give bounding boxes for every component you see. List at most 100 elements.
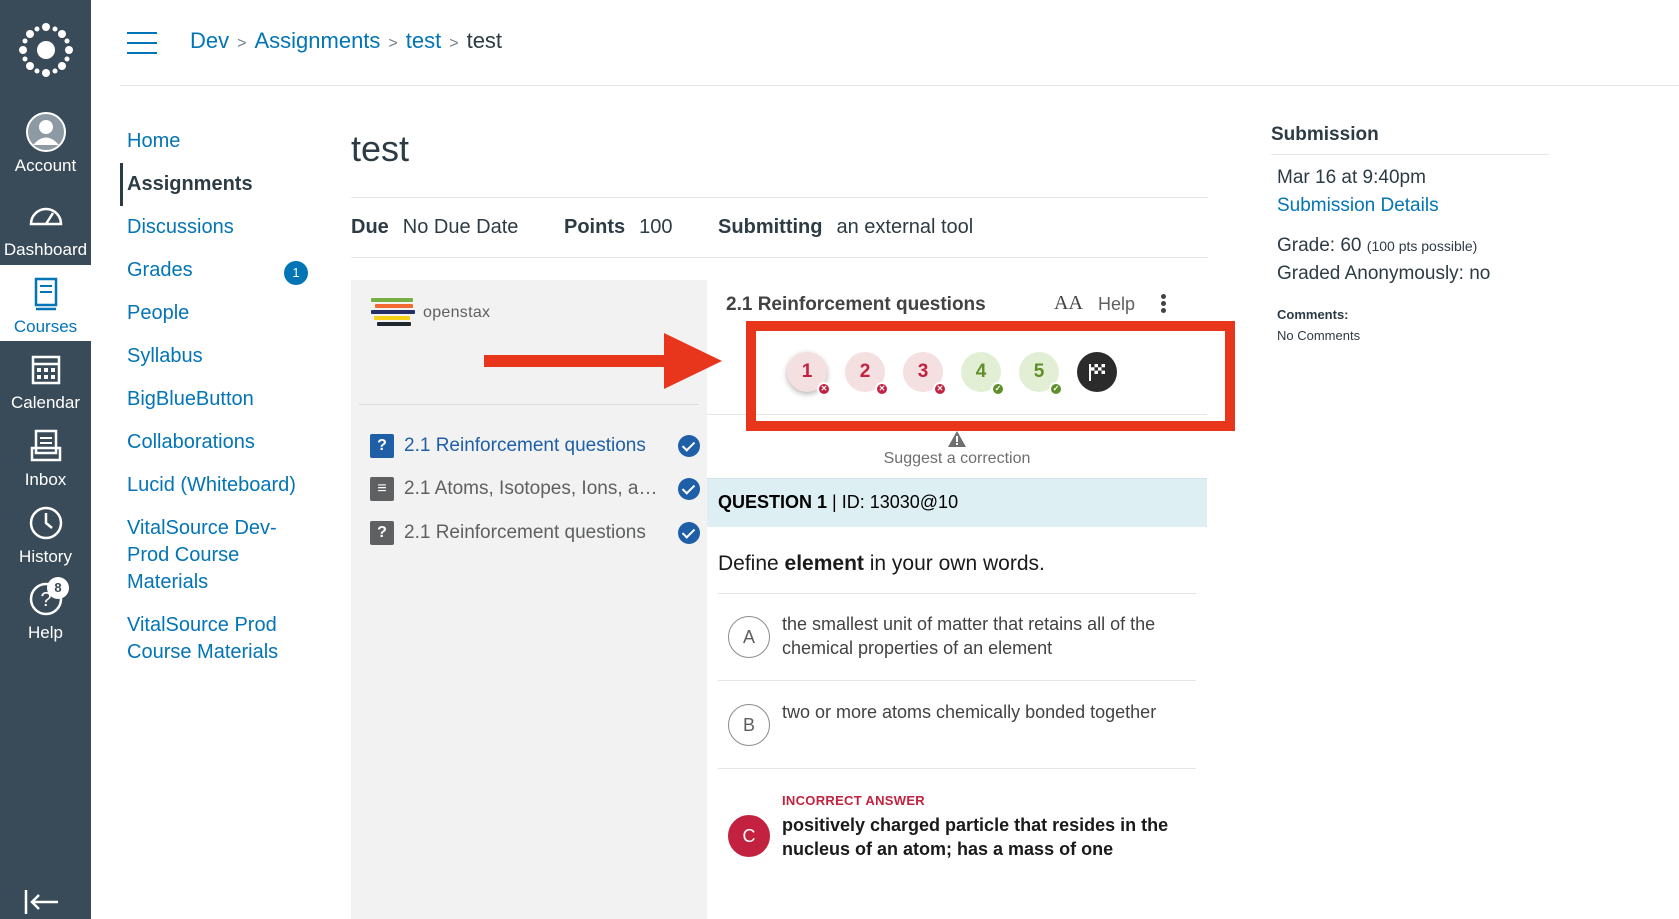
- divider: [718, 593, 1196, 594]
- assignment-details: Due No Due Date Points 100 Submitting an ex…: [351, 216, 973, 239]
- answer-text: positively charged particle that resides…: [782, 815, 1169, 859]
- canvas-logo-icon[interactable]: [0, 0, 91, 100]
- answer-text: the smallest unit of matter that retains…: [782, 614, 1156, 658]
- completed-check-icon: [678, 522, 700, 544]
- suggest-correction-link[interactable]: Suggest a correction: [707, 450, 1207, 468]
- answer-letter: A: [728, 616, 770, 658]
- history-label: History: [19, 547, 72, 566]
- toc-item-label: 2.1 Atoms, Isotopes, Ions, and Molecules…: [404, 478, 668, 499]
- course-nav-collaborations[interactable]: Collaborations: [120, 421, 320, 464]
- points-label: Points: [563, 216, 626, 238]
- clock-icon: [29, 506, 62, 540]
- course-nav-vitalsource-dev[interactable]: VitalSource Dev-Prod Course Materials: [120, 507, 290, 604]
- question-stem: Define element in your own words.: [718, 552, 1045, 576]
- help-count-badge: 8: [47, 577, 69, 599]
- divider: [351, 257, 1208, 258]
- openstax-wordmark: openstax: [423, 304, 491, 321]
- course-nav-discussions[interactable]: Discussions: [120, 206, 320, 249]
- due-label: Due: [351, 216, 389, 238]
- question-icon: ?: [370, 521, 394, 545]
- question-label: QUESTION 1: [718, 492, 828, 512]
- dashboard-icon: [29, 207, 62, 226]
- course-nav-assignments[interactable]: Assignments: [120, 163, 320, 206]
- courses-book-icon: [34, 277, 57, 311]
- reading-icon: ≡: [370, 477, 394, 501]
- toc-item-label: 2.1 Reinforcement questions: [404, 435, 646, 456]
- calendar-icon: [31, 355, 60, 385]
- breadcrumb-assignment[interactable]: test: [406, 28, 441, 53]
- breadcrumb-course[interactable]: Dev: [190, 28, 229, 53]
- comments-value: No Comments: [1277, 328, 1361, 343]
- divider: [718, 680, 1196, 681]
- toc-item[interactable]: ? 2.1 Reinforcement questions: [370, 518, 700, 548]
- answer-letter: B: [728, 704, 770, 746]
- inbox-icon: [30, 429, 61, 462]
- submission-grade: Grade: 60 (100 pts possible): [1277, 235, 1549, 257]
- user-avatar-icon: [25, 112, 66, 152]
- submission-details-link[interactable]: Submission Details: [1277, 195, 1549, 217]
- breadcrumb-current: test: [466, 28, 503, 53]
- dashboard-label: Dashboard: [3, 240, 88, 259]
- breadcrumb-separator: >: [449, 35, 459, 52]
- submitting-label: Submitting: [718, 216, 823, 238]
- collapse-nav-icon[interactable]: [22, 888, 62, 916]
- more-options-icon[interactable]: [1159, 294, 1167, 316]
- submitting-value: an external tool: [836, 216, 974, 238]
- assignment-step-title: 2.1 Reinforcement questions: [726, 294, 986, 315]
- course-nav-bigbluebutton[interactable]: BigBlueButton: [120, 378, 320, 421]
- help-label: Help: [28, 623, 63, 642]
- course-nav-syllabus[interactable]: Syllabus: [120, 335, 320, 378]
- help-button[interactable]: Help: [1098, 294, 1135, 315]
- inbox-label: Inbox: [24, 470, 67, 489]
- breadcrumb: Dev > Assignments > test > test: [190, 28, 502, 54]
- completed-check-icon: [678, 478, 700, 500]
- points-value: 100: [639, 216, 673, 238]
- toc-item[interactable]: ? 2.1 Reinforcement questions: [370, 431, 700, 461]
- divider: [718, 768, 1196, 769]
- global-nav-history[interactable]: History: [0, 495, 91, 571]
- course-nav-grades-label: Grades: [127, 259, 193, 281]
- submission-sidebar: Submission Mar 16 at 9:40pm Submission D…: [1271, 124, 1549, 343]
- openstax-books-icon: [371, 298, 415, 328]
- global-nav-courses[interactable]: Courses: [0, 265, 91, 341]
- course-nav-vitalsource-prod[interactable]: VitalSource Prod Course Materials: [120, 604, 290, 674]
- course-nav-home[interactable]: Home: [120, 120, 320, 163]
- global-nav: Account Dashboard Courses Calendar Inbox…: [0, 0, 91, 919]
- submission-date: Mar 16 at 9:40pm: [1277, 167, 1426, 188]
- annotation-highlight-box: [746, 321, 1235, 431]
- annotation-arrow: [484, 333, 722, 389]
- stem-keyword: element: [784, 552, 864, 575]
- answer-option-c[interactable]: INCORRECT ANSWER C positively charged pa…: [718, 793, 1196, 919]
- grade-value: Grade: 60: [1277, 235, 1362, 256]
- toc-item-label: 2.1 Reinforcement questions: [404, 522, 646, 543]
- answer-option-a[interactable]: A the smallest unit of matter that retai…: [718, 614, 1196, 676]
- comments-label: Comments:: [1277, 307, 1349, 322]
- breadcrumb-separator: >: [388, 35, 398, 52]
- warning-icon: [948, 431, 966, 447]
- due-value: No Due Date: [402, 216, 519, 238]
- question-id: | ID: 13030@10: [832, 492, 959, 512]
- global-nav-help[interactable]: ? 8 Help: [0, 571, 91, 647]
- question-icon: ?: [370, 434, 394, 458]
- global-nav-account[interactable]: Account: [0, 104, 91, 180]
- course-menu-toggle[interactable]: [127, 32, 157, 54]
- global-nav-inbox[interactable]: Inbox: [0, 418, 91, 494]
- graded-anonymously: Graded Anonymously: no: [1277, 263, 1491, 284]
- course-nav-people[interactable]: People: [120, 292, 320, 335]
- global-nav-dashboard[interactable]: Dashboard: [0, 188, 91, 264]
- toc-item[interactable]: ≡ 2.1 Atoms, Isotopes, Ions, and Molecul…: [370, 474, 700, 504]
- course-nav-lucid[interactable]: Lucid (Whiteboard): [120, 464, 320, 507]
- breadcrumb-assignments[interactable]: Assignments: [254, 28, 380, 53]
- completed-check-icon: [678, 435, 700, 457]
- font-size-button[interactable]: AA: [1054, 292, 1083, 315]
- question-header: QUESTION 1 | ID: 13030@10: [707, 478, 1207, 527]
- global-nav-calendar[interactable]: Calendar: [0, 341, 91, 417]
- course-nav: Home Assignments Discussions Grades 1 Peo…: [120, 120, 320, 674]
- incorrect-answer-label: INCORRECT ANSWER: [782, 793, 925, 808]
- answer-letter: C: [728, 815, 770, 857]
- answer-option-b[interactable]: B two or more atoms chemically bonded to…: [718, 702, 1196, 764]
- breadcrumb-separator: >: [237, 35, 247, 52]
- account-label: Account: [14, 156, 77, 175]
- page-header: Dev > Assignments > test > test: [120, 0, 1679, 86]
- course-nav-grades[interactable]: Grades 1: [120, 249, 320, 292]
